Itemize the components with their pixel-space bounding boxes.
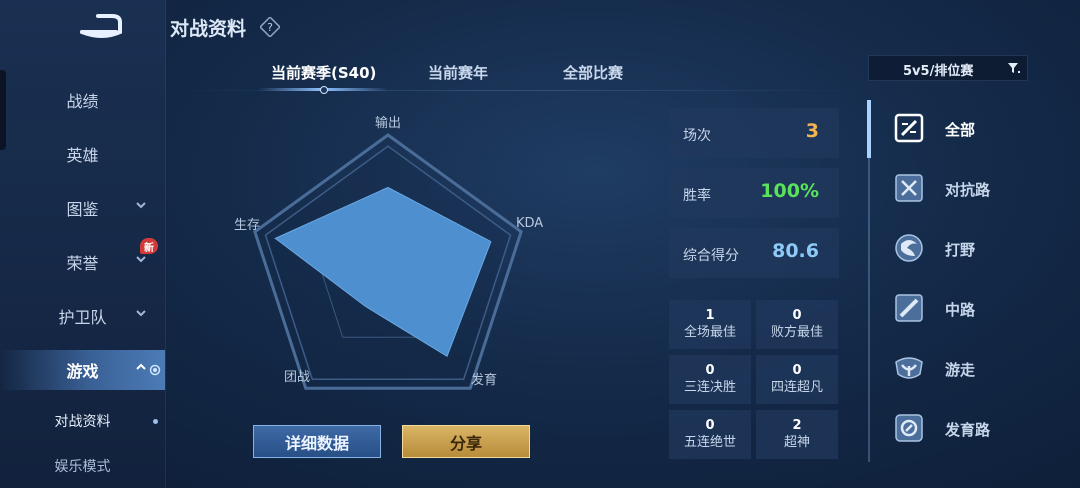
lane-label: 发育路 xyxy=(945,421,991,439)
lane-all[interactable]: 全部 xyxy=(893,110,1063,150)
radar-chart xyxy=(225,105,565,395)
mode-filter-select[interactable]: 5v5/排位赛 xyxy=(868,55,1028,81)
detail-data-button[interactable]: 详细数据 xyxy=(253,425,381,458)
nav-item-label: 图鉴 xyxy=(66,200,99,219)
stat-label: 场次 xyxy=(683,128,711,144)
lane-clash[interactable]: 对抗路 xyxy=(893,170,1063,210)
honor-quadra-kill: 0 四连超凡 xyxy=(756,355,838,404)
nav-item-label: 英雄 xyxy=(66,146,99,165)
radar-svg xyxy=(253,133,523,390)
mid-lane-icon xyxy=(895,294,923,322)
stat-win-rate: 胜率 100% xyxy=(669,168,839,218)
honor-penta-kill: 0 五连绝世 xyxy=(669,410,751,459)
new-badge: 新 xyxy=(140,238,158,254)
chevron-down-icon xyxy=(136,256,146,263)
lane-label: 游走 xyxy=(945,361,976,379)
honor-legendary: 2 超神 xyxy=(756,410,838,459)
nav-sub-battle-data[interactable]: 对战资料 xyxy=(0,406,165,436)
honor-label: 四连超凡 xyxy=(770,379,823,395)
lane-label: 对抗路 xyxy=(945,181,991,199)
stat-label: 综合得分 xyxy=(683,248,739,264)
radar-label-survival: 生存 xyxy=(234,218,261,233)
lane-jungle[interactable]: 打野 xyxy=(893,230,1063,270)
selected-dot xyxy=(153,419,158,424)
honor-count: 0 xyxy=(792,362,802,378)
roam-icon xyxy=(895,357,923,379)
left-navigation: 战绩 英雄 图鉴 荣誉 新 护卫队 游戏 对战资料 娱乐模式 xyxy=(0,0,166,488)
nav-item-record[interactable]: 战绩 xyxy=(0,80,165,120)
lane-label: 打野 xyxy=(945,241,976,259)
lane-roam[interactable]: 游走 xyxy=(893,350,1063,390)
honor-label: 五连绝世 xyxy=(683,434,736,450)
honor-count: 0 xyxy=(705,362,715,378)
honor-count: 0 xyxy=(792,307,802,323)
honor-label: 全场最佳 xyxy=(683,324,736,340)
svg-text:?: ? xyxy=(267,21,273,34)
nav-sub-fun-mode[interactable]: 娱乐模式 xyxy=(0,451,165,481)
nav-sub-label: 对战资料 xyxy=(54,414,111,430)
lane-mid[interactable]: 中路 xyxy=(893,290,1063,330)
honor-count: 1 xyxy=(705,307,715,323)
stat-value: 3 xyxy=(805,120,819,142)
nav-item-game[interactable]: 游戏 xyxy=(0,350,165,390)
stat-matches: 场次 3 xyxy=(669,108,839,158)
tab-all-matches[interactable]: 全部比赛 xyxy=(563,62,623,83)
active-marker-icon xyxy=(149,364,161,376)
nav-item-guard-team[interactable]: 护卫队 xyxy=(0,296,165,336)
page-title: 对战资料 xyxy=(170,18,247,40)
honor-label: 三连决胜 xyxy=(683,379,736,395)
share-button[interactable]: 分享 xyxy=(402,425,530,458)
chevron-down-icon xyxy=(136,310,146,317)
chevron-down-icon xyxy=(136,202,146,209)
radar-label-growth: 发育 xyxy=(471,373,498,388)
lane-label: 全部 xyxy=(945,121,976,139)
help-icon[interactable]: ? xyxy=(260,17,280,37)
honor-losing-mvp: 0 败方最佳 xyxy=(756,300,838,349)
lane-label: 中路 xyxy=(945,301,976,319)
honor-triple-kill: 0 三连决胜 xyxy=(669,355,751,404)
all-lanes-icon xyxy=(894,113,924,143)
lane-farm[interactable]: 发育路 xyxy=(893,410,1063,450)
nav-item-label: 战绩 xyxy=(66,92,99,111)
honor-label: 败方最佳 xyxy=(770,324,823,340)
radar-label-teamfight: 团战 xyxy=(284,370,311,385)
nav-item-codex[interactable]: 图鉴 xyxy=(0,188,165,228)
active-tab-dot xyxy=(320,86,328,94)
nav-item-label: 荣誉 xyxy=(66,254,99,273)
nav-sub-label: 娱乐模式 xyxy=(54,459,111,475)
stat-value: 100% xyxy=(760,180,819,202)
honor-mvp: 1 全场最佳 xyxy=(669,300,751,349)
tab-current-year[interactable]: 当前赛年 xyxy=(428,62,488,83)
honor-count: 2 xyxy=(792,417,802,433)
jungle-icon xyxy=(895,234,923,262)
farm-lane-icon xyxy=(895,414,923,442)
stat-value: 80.6 xyxy=(772,240,819,262)
lane-active-indicator xyxy=(867,100,871,158)
nav-item-label: 游戏 xyxy=(66,362,99,381)
honor-count: 0 xyxy=(705,417,715,433)
mode-filter-value: 5v5/排位赛 xyxy=(903,64,974,79)
filter-icon xyxy=(1008,63,1020,73)
honor-label: 超神 xyxy=(783,434,810,450)
nav-item-label: 护卫队 xyxy=(58,308,107,327)
stat-score: 综合得分 80.6 xyxy=(669,228,839,278)
nav-item-heroes[interactable]: 英雄 xyxy=(0,134,165,174)
back-arrow-icon[interactable] xyxy=(76,10,128,42)
stat-label: 胜率 xyxy=(683,188,711,204)
radar-label-kda: KDA xyxy=(516,216,544,231)
tab-current-season[interactable]: 当前赛季(S40) xyxy=(271,62,376,83)
chevron-up-icon xyxy=(136,363,146,370)
radar-label-output: 输出 xyxy=(375,116,402,131)
clash-lane-icon xyxy=(895,174,923,202)
